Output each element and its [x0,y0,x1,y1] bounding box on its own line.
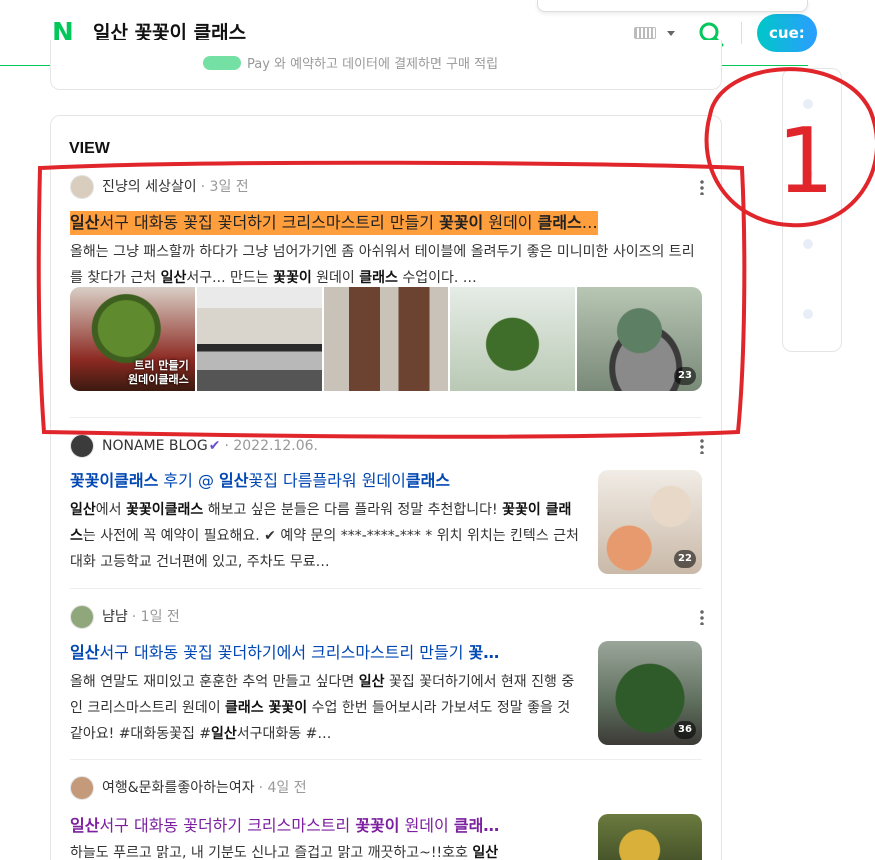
post-thumbnail[interactable] [450,287,576,391]
keyboard-icon[interactable] [634,27,656,39]
post-image-strip[interactable]: 트리 만들기 원데이클래스 23 [70,287,702,391]
post-meta: 냠냠 · 1일 전 [70,605,704,629]
post-author[interactable]: 진냥의 세상살이 [102,175,197,199]
post-description: 올해는 그냥 패스할까 하다가 그냥 넘어가기엔 좀 아쉬워서 테이블에 올려두… [70,244,695,286]
chevron-down-icon[interactable] [667,31,675,36]
post-date: · 3일 전 [200,179,249,195]
post-meta: NONAME BLOG ✔ · 2022.12.06. [70,434,704,458]
avatar[interactable] [70,175,94,199]
image-count-badge: 36 [674,721,696,739]
panel-dot [803,169,813,179]
post-thumbnail[interactable]: 22 [598,470,702,574]
post-thumbnail[interactable] [323,287,449,391]
more-options-icon[interactable] [700,438,704,454]
post-meta: 진냥의 세상살이 · 3일 전 [70,175,704,199]
post-thumbnail[interactable] [196,287,322,391]
post-title-link[interactable]: 일산서구 대화동 꽃집 꽃더하기에서 크리스마스트리 만들기 꽃… [70,641,499,665]
panel-dot [803,99,813,109]
previous-result-card: Pay 와 예약하고 데이터에 결제하면 구매 적립 [50,40,722,90]
post-description: 하늘도 푸르고 맑고, 내 기분도 신나고 즐겁고 맑고 깨끗하고~!!호호 일… [70,845,499,860]
previous-card-text: Pay 와 예약하고 데이터에 결제하면 구매 적립 [203,56,498,74]
post-thumbnail[interactable]: 36 [598,641,702,745]
autocomplete-popup-edge [537,0,808,12]
view-post: NONAME BLOG ✔ · 2022.12.06. 꽃꽃이클래스 후기 @ … [70,434,704,574]
post-meta: 여행&문화를좋아하는여자 · 4일 전 [70,776,702,800]
post-description: 일산에서 꽃꽃이클래스 해보고 싶은 분들은 다름 플라워 정말 추천합니다! … [70,502,579,570]
panel-dot [803,309,813,319]
post-author[interactable]: 여행&문화를좋아하는여자 [102,776,255,800]
post-thumbnail[interactable]: 트리 만들기 원데이클래스 [70,287,195,391]
view-post: 여행&문화를좋아하는여자 · 4일 전 일산서구 대화동 꽃더하기 크리스마스트… [70,776,702,860]
post-title-link[interactable]: 꽃꽃이클래스 후기 @ 일산꽃집 다름플라워 원데이클래스 [70,469,450,493]
post-date: · 2022.12.06. [224,438,318,454]
view-section-title: VIEW [69,140,110,157]
cue-button[interactable]: cue: [757,14,817,52]
avatar[interactable] [70,776,94,800]
verified-icon: ✔ [208,438,221,454]
post-separator [70,417,702,418]
pay-badge-icon [203,56,241,70]
panel-dot [803,239,813,249]
post-separator [70,588,702,589]
post-date: · 4일 전 [258,780,307,796]
image-count-badge: 23 [673,367,696,385]
header-divider [741,22,742,44]
post-thumbnail[interactable] [598,814,702,860]
image-count-badge: 22 [674,550,696,568]
post-author[interactable]: NONAME BLOG [102,434,208,458]
avatar[interactable] [70,434,94,458]
avatar[interactable] [70,605,94,629]
more-options-icon[interactable] [700,179,704,195]
view-post: 진냥의 세상살이 · 3일 전 일산서구 대화동 꽃집 꽃더하기 크리스마스트리… [70,175,704,405]
post-author[interactable]: 냠냠 [102,605,128,629]
post-date: · 1일 전 [131,609,180,625]
view-post: 냠냠 · 1일 전 일산서구 대화동 꽃집 꽃더하기에서 크리스마스트리 만들기… [70,605,704,745]
post-title-link[interactable]: 일산서구 대화동 꽃집 꽃더하기 크리스마스트리 만들기 꽃꽃이 원데이 클래스… [70,211,598,235]
thumbnail-caption: 트리 만들기 원데이클래스 [128,359,189,386]
more-options-icon[interactable] [700,609,704,625]
post-title-link[interactable]: 일산서구 대화동 꽃더하기 크리스마스트리 꽃꽃이 원데이 클래… [70,814,499,838]
post-description: 올해 연말도 재미있고 훈훈한 추억 만들고 싶다면 일산 꽃집 꽃더하기에서 … [70,674,575,742]
right-side-panel [782,68,842,352]
post-thumbnail[interactable]: 23 [577,287,702,391]
post-separator [70,759,702,760]
